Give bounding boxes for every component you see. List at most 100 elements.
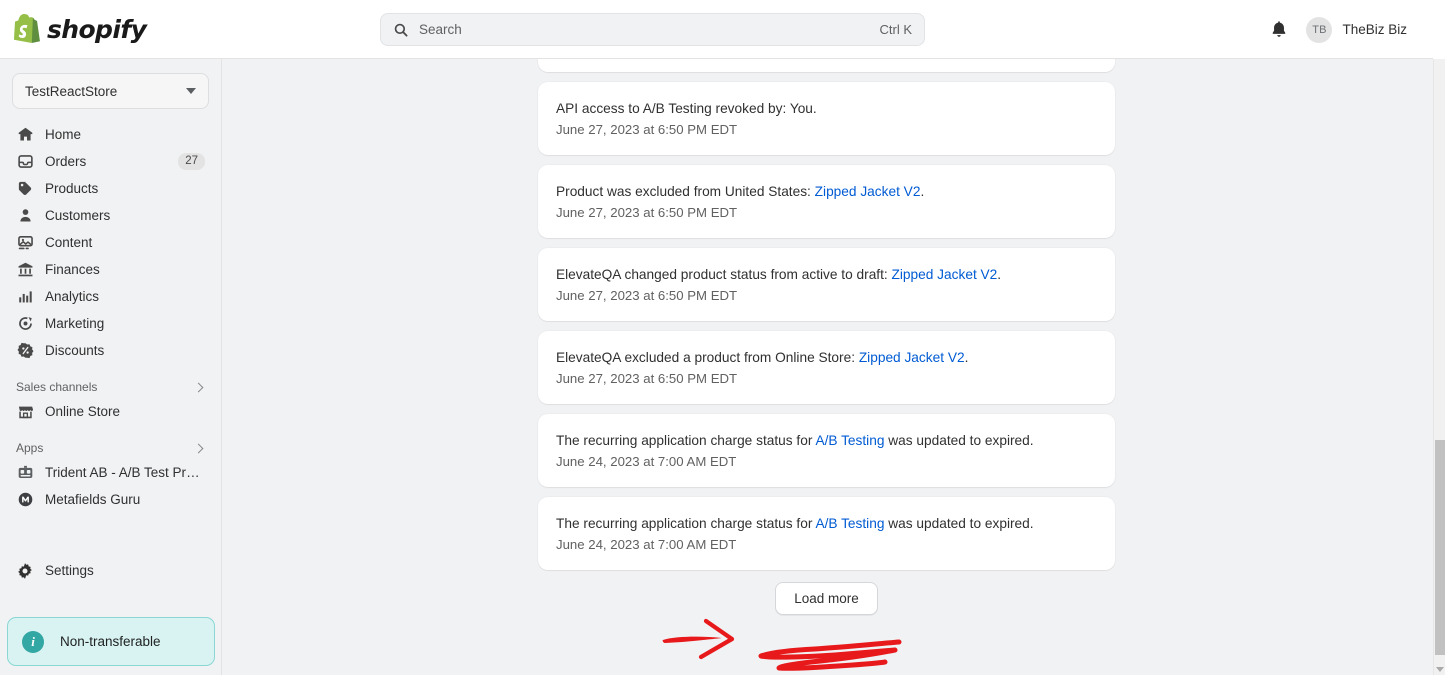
activity-timestamp: June 27, 2023 at 6:50 PM EDT	[556, 120, 1097, 139]
sidebar-item-label: Discounts	[45, 343, 205, 358]
activity-message: ElevateQA excluded a product from Online…	[556, 348, 1097, 368]
activity-timestamp: June 27, 2023 at 6:50 PM EDT	[556, 203, 1097, 222]
chevron-right-icon	[194, 443, 204, 453]
activity-card: Product was excluded from United States:…	[538, 165, 1115, 238]
activity-text-pre: ElevateQA excluded a product from Online…	[556, 350, 859, 365]
activity-card: API access to A/B Testing revoked by: Yo…	[538, 82, 1115, 155]
home-icon	[16, 126, 34, 144]
activity-card: ElevateQA excluded a product from Online…	[538, 331, 1115, 404]
activity-link[interactable]: A/B Testing	[815, 516, 884, 531]
activity-text-pre: ElevateQA changed product status from ac…	[556, 267, 892, 282]
sidebar-item-products[interactable]: Products	[8, 175, 213, 202]
activity-timestamp: June 24, 2023 at 7:00 AM EDT	[556, 452, 1097, 471]
sidebar-item-online-store[interactable]: Online Store	[8, 398, 213, 425]
search-bar[interactable]: Search Ctrl K	[380, 13, 925, 46]
search-icon	[393, 22, 409, 38]
sidebar-item-label: Metafields Guru	[45, 492, 205, 507]
sidebar-item-trident-ab[interactable]: Trident AB - A/B Test Prod...	[8, 459, 213, 486]
sales-channels-label: Sales channels	[16, 380, 97, 394]
chevron-down-icon	[186, 88, 196, 94]
sidebar-item-metafields-guru[interactable]: Metafields Guru	[8, 486, 213, 513]
activity-link[interactable]: Zipped Jacket V2	[892, 267, 998, 282]
sidebar-item-marketing[interactable]: Marketing	[8, 310, 213, 337]
products-tag-icon	[16, 180, 34, 198]
activity-message: ElevateQA changed product status from ac…	[556, 265, 1097, 285]
sidebar-item-discounts[interactable]: Discounts	[8, 337, 213, 364]
user-name-label: TheBiz Biz	[1342, 22, 1407, 37]
activity-timestamp: June 27, 2023 at 6:50 PM EDT	[556, 369, 1097, 388]
trident-ab-app-icon	[16, 464, 34, 482]
sidebar-item-label: Analytics	[45, 289, 205, 304]
activity-message: API access to A/B Testing revoked by: Yo…	[556, 99, 1097, 119]
bell-icon	[1270, 20, 1288, 39]
activity-card: The recurring application charge status …	[538, 497, 1115, 570]
primary-navigation: Home Orders 27 Products Customers	[0, 121, 221, 364]
shopify-logo[interactable]: shopify	[14, 14, 146, 44]
activity-text-post: .	[997, 267, 1001, 282]
notifications-button[interactable]	[1268, 19, 1290, 41]
sidebar-item-finances[interactable]: Finances	[8, 256, 213, 283]
sidebar-item-settings[interactable]: Settings	[8, 557, 213, 584]
sidebar-item-home[interactable]: Home	[8, 121, 213, 148]
content-image-icon	[16, 234, 34, 252]
activity-timestamp: June 24, 2023 at 7:00 AM EDT	[556, 535, 1097, 554]
orders-icon	[16, 153, 34, 171]
customers-person-icon	[16, 207, 34, 225]
activity-timestamp: June 27, 2023 at 6:50 PM EDT	[556, 286, 1097, 305]
sidebar-item-label: Finances	[45, 262, 205, 277]
activity-link[interactable]: Zipped Jacket V2	[859, 350, 965, 365]
store-name-label: TestReactStore	[25, 84, 117, 99]
sidebar-item-label: Settings	[45, 563, 205, 578]
info-icon: i	[22, 631, 44, 653]
activity-text-post: .	[920, 184, 924, 199]
sidebar-item-label: Home	[45, 127, 205, 142]
shopify-wordmark: shopify	[47, 15, 146, 44]
sidebar-item-orders[interactable]: Orders 27	[8, 148, 213, 175]
activity-feed: API access to A/B Testing revoked by: Yo…	[538, 59, 1115, 615]
sidebar-item-content[interactable]: Content	[8, 229, 213, 256]
online-store-icon	[16, 403, 34, 421]
search-input[interactable]: Search	[419, 22, 880, 37]
banner-label: Non-transferable	[60, 634, 161, 649]
activity-text-pre: The recurring application charge status …	[556, 516, 815, 531]
sidebar-item-label: Content	[45, 235, 205, 250]
avatar: TB	[1306, 17, 1332, 43]
marketing-target-icon	[16, 315, 34, 333]
sidebar-item-label: Trident AB - A/B Test Prod...	[45, 465, 205, 480]
shopify-admin-window: shopify Search Ctrl K TB TheBiz Biz	[0, 0, 1445, 675]
sidebar-section-sales-channels[interactable]: Sales channels	[16, 380, 205, 394]
user-menu-button[interactable]: TB TheBiz Biz	[1306, 17, 1407, 43]
activity-message: The recurring application charge status …	[556, 431, 1097, 451]
sidebar-item-label: Products	[45, 181, 205, 196]
sidebar-item-label: Marketing	[45, 316, 205, 331]
activity-link[interactable]: A/B Testing	[815, 433, 884, 448]
sidebar-section-apps[interactable]: Apps	[16, 441, 205, 455]
activity-text-post: was updated to expired.	[884, 516, 1033, 531]
top-navigation-bar: shopify Search Ctrl K TB TheBiz Biz	[0, 0, 1433, 59]
chevron-right-icon	[194, 382, 204, 392]
sidebar-item-customers[interactable]: Customers	[8, 202, 213, 229]
non-transferable-banner[interactable]: i Non-transferable	[7, 617, 215, 666]
activity-text-post: .	[965, 350, 969, 365]
load-more-button[interactable]: Load more	[775, 582, 878, 615]
sidebar-item-label: Online Store	[45, 404, 205, 419]
scroll-down-button[interactable]	[1434, 663, 1445, 675]
activity-text-pre: API access to A/B Testing revoked by: Yo…	[556, 101, 817, 116]
load-more-row: Load more	[538, 582, 1115, 615]
orders-count-badge: 27	[178, 153, 205, 170]
activity-link[interactable]: Zipped Jacket V2	[815, 184, 921, 199]
finances-bank-icon	[16, 261, 34, 279]
activity-card	[538, 59, 1115, 72]
activity-card: ElevateQA changed product status from ac…	[538, 248, 1115, 321]
sidebar-item-analytics[interactable]: Analytics	[8, 283, 213, 310]
scrollbar-thumb[interactable]	[1435, 440, 1445, 655]
sidebar-item-label: Customers	[45, 208, 205, 223]
vertical-scrollbar[interactable]	[1433, 0, 1445, 675]
sidebar-item-label: Orders	[45, 154, 178, 169]
activity-card: The recurring application charge status …	[538, 414, 1115, 487]
store-switcher[interactable]: TestReactStore	[12, 73, 209, 109]
activity-text-pre: The recurring application charge status …	[556, 433, 815, 448]
activity-message: The recurring application charge status …	[556, 514, 1097, 534]
search-shortcut-hint: Ctrl K	[880, 22, 913, 37]
apps-label: Apps	[16, 441, 43, 455]
